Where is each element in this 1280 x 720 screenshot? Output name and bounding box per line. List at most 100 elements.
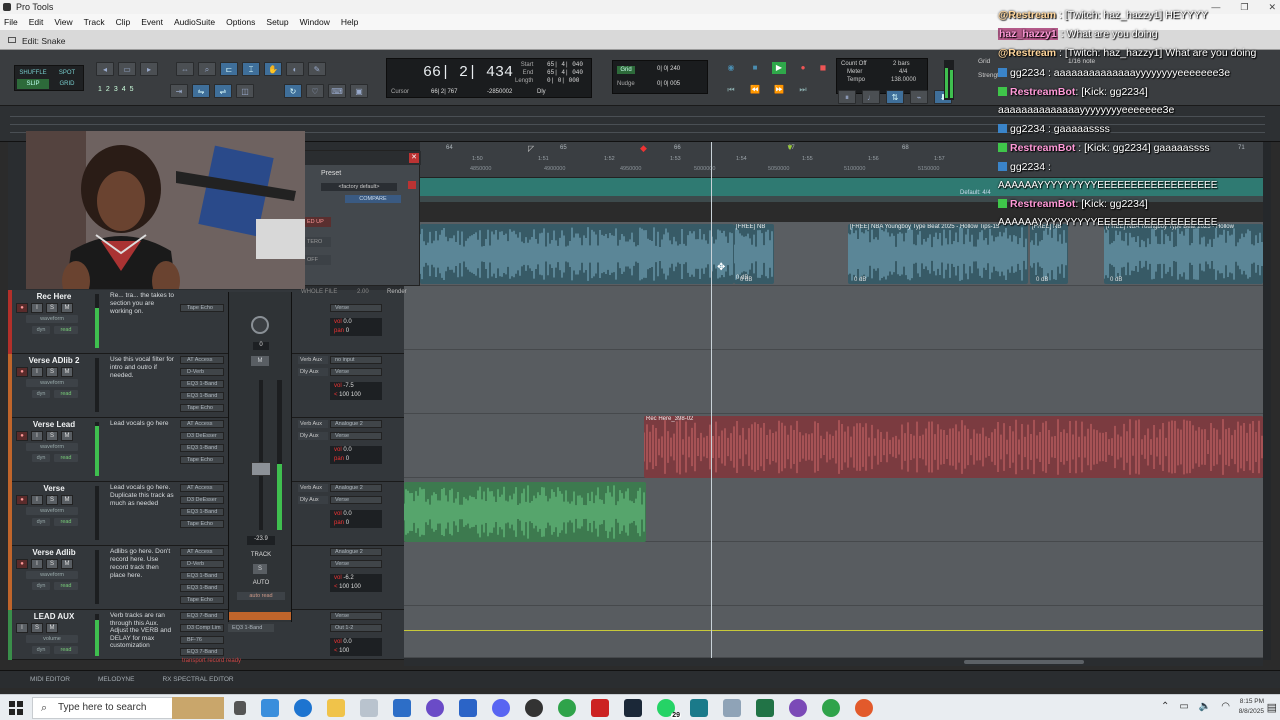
nudge-value[interactable]: 0| 0| 005 <box>657 81 680 87</box>
edge-icon[interactable] <box>294 699 312 717</box>
insert-slot-2[interactable]: D3 DeEsser <box>180 496 224 504</box>
volume-pan-display[interactable]: vol -6.2 < 100 100 <box>330 574 382 592</box>
insert-slot-3[interactable]: EQ3 1-Band <box>180 444 224 452</box>
automation-follows-edit-icon[interactable]: ↻ <box>284 84 302 98</box>
plugin-close-button[interactable]: ✕ <box>409 153 419 163</box>
main-counter[interactable]: 66| 2| 434 Start End Length 65| 4| 040 6… <box>386 58 592 98</box>
solo-button[interactable]: S <box>31 623 43 633</box>
slip-mode-button[interactable]: SLIP <box>17 79 49 89</box>
mute-button[interactable]: M <box>61 495 73 505</box>
media-player-icon[interactable] <box>525 699 543 717</box>
tray-chevron-icon[interactable]: ⌃ <box>1161 701 1169 712</box>
track-verse-adlib-2[interactable]: Verse ADlib 2 ● I S M waveform dyn read … <box>8 354 404 418</box>
rec-here-clip[interactable]: Rec Here_398-02 <box>644 416 1263 478</box>
output-selector[interactable]: Out 1-2 <box>330 624 382 632</box>
track-view-selector[interactable]: waveform <box>26 379 78 387</box>
insert-slot-3[interactable]: EQ3 1-Band <box>180 380 224 388</box>
mixer-solo-button[interactable]: S <box>253 564 267 574</box>
track-comment[interactable]: Adlibs go here. Don't record here. Use r… <box>110 548 174 580</box>
volume-pan-display[interactable]: vol 0.0 pan 0 <box>330 510 382 528</box>
render-button[interactable]: Render <box>387 289 407 295</box>
mute-button[interactable]: M <box>61 559 73 569</box>
length-value[interactable]: 0| 0| 000 <box>547 77 583 85</box>
store-icon[interactable] <box>360 699 378 717</box>
start-value[interactable]: 65| 4| 040 <box>547 61 583 69</box>
output-selector[interactable]: Verse <box>330 368 382 376</box>
plugin-mode-button-2[interactable]: TERO <box>305 237 331 247</box>
track-name[interactable]: Verse Adlib <box>14 548 94 557</box>
pan-knob[interactable] <box>251 316 269 334</box>
track-view-selector[interactable]: waveform <box>26 315 78 323</box>
acrobat-icon[interactable] <box>591 699 609 717</box>
color-picker-icon[interactable] <box>261 699 279 717</box>
nudge-label[interactable]: Nudge <box>617 81 635 87</box>
track-verse-adlib[interactable]: Verse Adlib ● I S M waveform dyn read Ad… <box>8 546 404 610</box>
compare-button[interactable]: COMPARE <box>345 195 401 203</box>
solo-button[interactable]: S <box>46 559 58 569</box>
windows-start-icon[interactable] <box>9 701 23 715</box>
dly-label[interactable]: Dly <box>537 89 546 95</box>
output-selector[interactable]: Verse <box>330 560 382 568</box>
trim-tool-icon[interactable]: ⊏ <box>220 62 238 76</box>
dyn-button[interactable]: dyn <box>32 518 50 526</box>
app-icon-grey[interactable] <box>723 699 741 717</box>
calendar-icon[interactable] <box>459 699 477 717</box>
outlook-icon[interactable] <box>393 699 411 717</box>
input-selector[interactable]: Verse <box>330 612 382 620</box>
return-to-zero-icon[interactable]: ⏮ <box>724 84 738 96</box>
track-view-selector[interactable]: waveform <box>26 571 78 579</box>
record-enable-button[interactable]: ● <box>16 367 28 377</box>
spot-mode-button[interactable]: SPOT <box>51 68 83 78</box>
track-view-selector[interactable]: volume <box>26 635 78 643</box>
zoom-in-horizontal-icon[interactable]: ▸ <box>140 62 158 76</box>
count-off-label[interactable]: Count Off <box>841 61 867 67</box>
plugin-mode-button-1[interactable]: ED UP <box>305 217 331 227</box>
dyn-button[interactable]: dyn <box>32 454 50 462</box>
dyn-button[interactable]: dyn <box>32 390 50 398</box>
tab-rx-spectral-editor[interactable]: RX SPECTRAL EDITOR <box>162 676 233 683</box>
send-slot-2[interactable]: Dly Aux <box>298 432 328 440</box>
whatsapp-icon[interactable]: 29 <box>657 699 681 719</box>
automation-mode[interactable]: read <box>54 518 78 526</box>
menu-options[interactable]: Options <box>226 17 255 27</box>
midi-merge-icon[interactable]: ⇅ <box>886 90 904 104</box>
record-enable-button[interactable]: ● <box>16 495 28 505</box>
menu-setup[interactable]: Setup <box>266 17 288 27</box>
tab-to-transient-icon[interactable]: ⇥ <box>170 84 188 98</box>
zoom-preset-1[interactable]: 1 <box>98 86 102 93</box>
solo-button[interactable]: S <box>46 495 58 505</box>
zoom-preset-3[interactable]: 3 <box>114 86 118 93</box>
input-monitor-button[interactable]: I <box>31 495 43 505</box>
pencil-tool-icon[interactable]: ✎ <box>308 62 326 76</box>
grid-label[interactable]: Grid <box>617 66 635 74</box>
insert-slot-1[interactable]: EQ3 7-Band <box>180 612 224 620</box>
input-selector[interactable]: Analogue 2 <box>330 548 382 556</box>
record-enable-button[interactable]: ● <box>16 559 28 569</box>
track-comment[interactable]: Verb tracks are ran through this Aux. Ad… <box>110 612 174 650</box>
auto-mode-selector[interactable]: auto read <box>237 592 285 600</box>
conductor-icon[interactable]: ⌁ <box>910 90 928 104</box>
send-slot-2[interactable]: Dly Aux <box>298 368 328 376</box>
mixer-insert-eq[interactable]: EQ3 1-Band <box>228 624 274 632</box>
dyn-button[interactable]: dyn <box>32 582 50 590</box>
record-mode-icon[interactable]: ◼ <box>816 62 830 74</box>
track-comment[interactable]: Lead vocals go here. Duplicate this trac… <box>110 484 174 508</box>
zoom-preset-2[interactable]: 2 <box>106 86 110 93</box>
smart-tool-icon[interactable]: ▣ <box>350 84 368 98</box>
track-view-selector[interactable]: waveform <box>26 443 78 451</box>
insert-slot-1[interactable]: AT Access <box>180 356 224 364</box>
scrubber-tool-icon[interactable]: ◐ <box>286 62 304 76</box>
horizontal-scrollbar[interactable] <box>404 658 1263 666</box>
insert-slot-1[interactable]: AT Access <box>180 484 224 492</box>
send-slot-1[interactable]: Verb Aux <box>298 356 328 364</box>
track-name[interactable]: Verse Lead <box>14 420 94 429</box>
input-monitor-button[interactable]: I <box>31 431 43 441</box>
volume-pan-display[interactable]: vol 0.0 pan 0 <box>330 446 382 464</box>
grabber-tool-icon[interactable]: ✋ <box>264 62 282 76</box>
whole-file-label[interactable]: WHOLE FILE <box>301 289 337 295</box>
menu-window[interactable]: Window <box>300 17 330 27</box>
send-slot-1[interactable]: Verb Aux <box>298 484 328 492</box>
automation-mode[interactable]: read <box>54 454 78 462</box>
volume-pan-display[interactable]: vol -7.5 < 100 100 <box>330 382 382 400</box>
grid-value[interactable]: 0| 0| 240 <box>657 66 680 72</box>
